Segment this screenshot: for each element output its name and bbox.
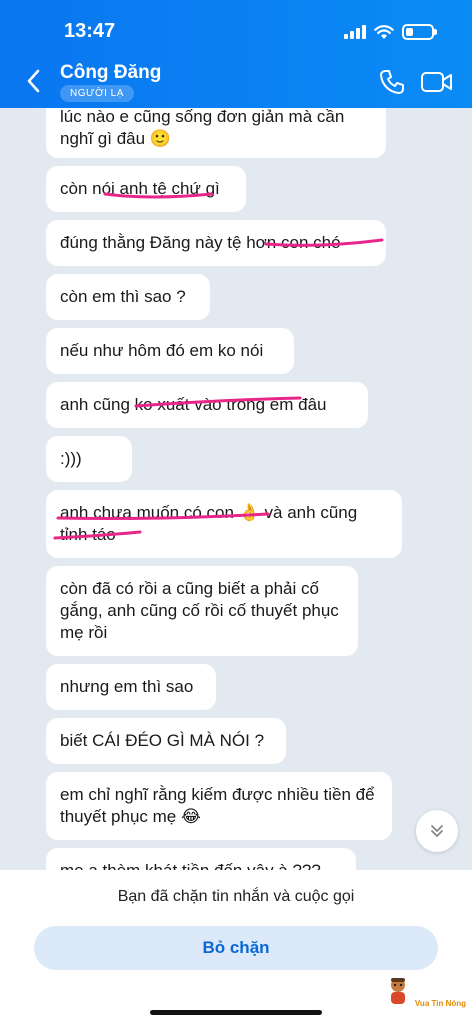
double-chevron-down-icon (431, 825, 443, 837)
message-text: mẹ a thèm khát tiền đến vậy à ??? (60, 860, 342, 870)
message-bubble[interactable]: :))) (46, 436, 132, 482)
status-time: 13:47 (64, 20, 116, 42)
voice-call-button[interactable] (378, 68, 406, 96)
unblock-button[interactable]: Bỏ chặn (34, 926, 438, 970)
scroll-to-bottom-button[interactable] (416, 810, 458, 852)
message-bubble[interactable]: mẹ a thèm khát tiền đến vậy à ??? (46, 848, 356, 870)
message-list[interactable]: lúc nào e cũng sống đơn giản mà cần nghĩ… (0, 108, 472, 870)
home-indicator[interactable] (150, 1010, 322, 1015)
chevron-left-icon (27, 69, 40, 93)
chat-header: 13:47 Công Đăng NGƯỜI LẠ (0, 0, 472, 108)
message-text: còn nói anh tệ chứ gì (60, 179, 220, 198)
message-text: biết CÁI ĐÉO GÌ MÀ NÓI ? (60, 731, 265, 750)
battery-icon (402, 24, 437, 40)
message-bubble[interactable]: còn đã có rồi a cũng biết a phải cố gắng… (46, 566, 358, 656)
message-text: nhưng em thì sao (60, 677, 194, 696)
message-text: lúc nào e cũng sống đơn giản mà cần nghĩ… (60, 108, 345, 148)
cellular-signal-icon (344, 25, 366, 39)
message-bubble[interactable]: biết CÁI ĐÉO GÌ MÀ NÓI ? (46, 718, 286, 764)
stranger-badge: NGƯỜI LẠ (60, 85, 134, 102)
message-bubble[interactable]: nhưng em thì sao (46, 664, 216, 710)
contact-name[interactable]: Công Đăng (60, 62, 161, 84)
message-text: :))) (60, 449, 82, 468)
message-text: còn đã có rồi a cũng biết a phải cố gắng… (60, 579, 339, 642)
message-bubble[interactable]: lúc nào e cũng sống đơn giản mà cần nghĩ… (46, 108, 386, 158)
video-camera-icon (421, 72, 452, 92)
status-icons (344, 24, 437, 40)
video-call-button[interactable] (420, 70, 454, 94)
message-text: nếu như hôm đó em ko nói (60, 341, 264, 360)
message-bubble[interactable]: nếu như hôm đó em ko nói (46, 328, 294, 374)
message-text: còn em thì sao ? (60, 287, 186, 306)
message-text: anh cũng ko xuất vào trong em đâu (60, 395, 327, 414)
message-text: anh chưa muốn có con 👌 và anh cũng tỉnh … (60, 503, 358, 544)
mascot-logo-icon (390, 978, 405, 1004)
back-button[interactable] (22, 68, 44, 94)
watermark-text: Vua Tin Nóng (414, 999, 466, 1008)
blocked-footer: Bạn đã chặn tin nhắn và cuộc gọi Bỏ chặn… (0, 870, 472, 1024)
message-bubble[interactable]: còn em thì sao ? (46, 274, 210, 320)
blocked-notice: Bạn đã chặn tin nhắn và cuộc gọi (117, 888, 355, 905)
header-nav: Công Đăng NGƯỜI LẠ (0, 58, 472, 108)
message-text: đúng thằng Đăng này tệ hơn con chó (60, 233, 341, 252)
message-bubble[interactable]: còn nói anh tệ chứ gì (46, 166, 246, 212)
message-bubble[interactable]: anh chưa muốn có con 👌 và anh cũng tỉnh … (46, 490, 402, 558)
watermark: Vua Tin Nóng (385, 976, 466, 1008)
message-bubble[interactable]: em chỉ nghĩ rằng kiếm được nhiều tiền để… (46, 772, 392, 840)
status-bar: 13:47 (0, 14, 472, 50)
message-bubble[interactable]: anh cũng ko xuất vào trong em đâu (46, 382, 368, 428)
wifi-icon (374, 24, 394, 39)
phone-icon (380, 70, 404, 94)
message-text: em chỉ nghĩ rằng kiếm được nhiều tiền để… (60, 785, 375, 826)
message-bubble[interactable]: đúng thằng Đăng này tệ hơn con chó (46, 220, 386, 266)
